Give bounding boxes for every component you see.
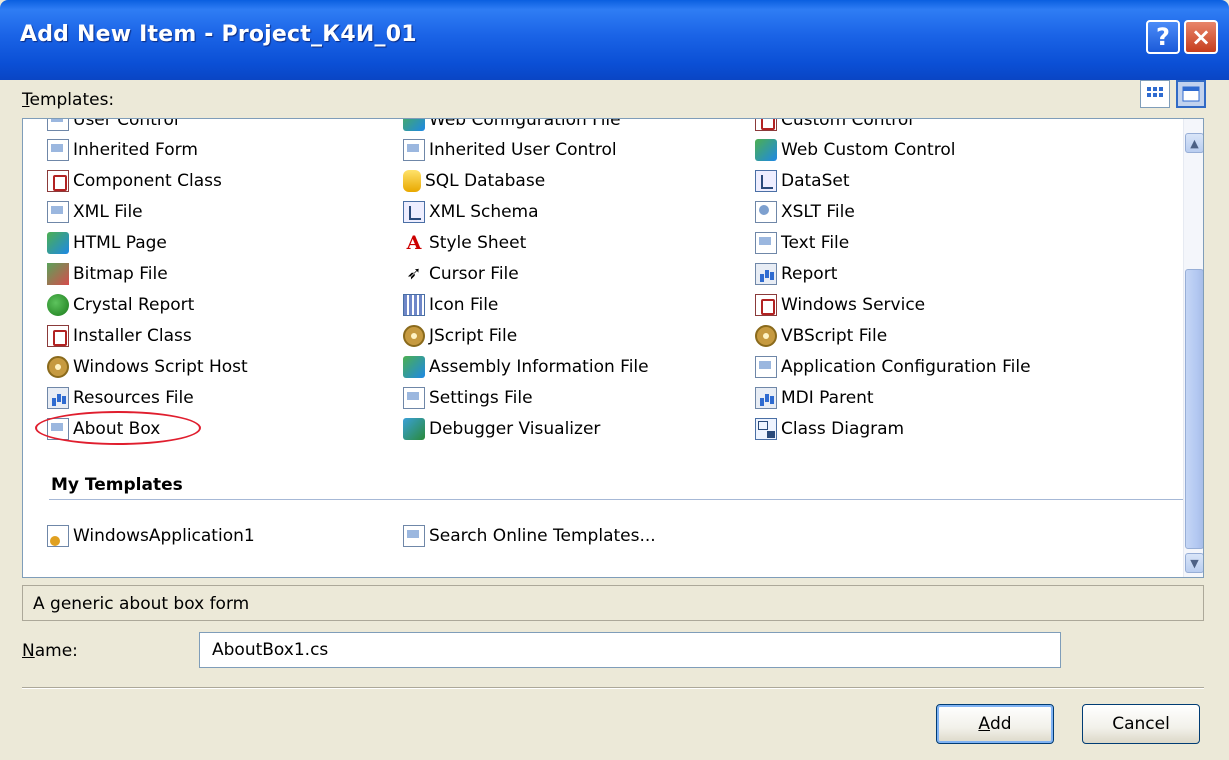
list-item[interactable]: Resources File xyxy=(47,385,194,411)
bitmap-file-icon xyxy=(47,263,69,285)
list-item[interactable]: Installer Class xyxy=(47,323,192,349)
mdi-parent-icon xyxy=(755,387,777,409)
my-templates-heading: My Templates xyxy=(51,475,183,495)
script-host-icon xyxy=(47,356,69,378)
icon-file-icon xyxy=(403,294,425,316)
component-class-icon xyxy=(47,170,69,192)
list-item[interactable]: WindowsApplication1 xyxy=(47,523,255,549)
list-item[interactable]: Custom Control xyxy=(755,119,913,133)
windows-service-icon xyxy=(755,294,777,316)
list-item[interactable]: XSLT File xyxy=(755,199,855,225)
footer-divider xyxy=(22,687,1204,689)
style-sheet-icon: A xyxy=(406,232,422,254)
list-item[interactable]: Application Configuration File xyxy=(755,354,1031,380)
templates-label: Templates: xyxy=(22,90,115,110)
crystal-report-icon xyxy=(47,294,69,316)
add-button[interactable]: Add xyxy=(936,704,1054,744)
html-page-icon xyxy=(47,232,69,254)
app-config-file-icon xyxy=(755,356,777,378)
list-item[interactable]: Class Diagram xyxy=(755,416,904,442)
close-button[interactable]: × xyxy=(1184,20,1218,54)
vertical-scrollbar[interactable]: ▲ ▼ xyxy=(1183,119,1203,577)
list-item[interactable]: Text File xyxy=(755,230,849,256)
list-item[interactable]: Report xyxy=(755,261,837,287)
assembly-info-icon xyxy=(403,356,425,378)
description-box: A generic about box form xyxy=(22,585,1204,621)
web-config-icon xyxy=(403,119,425,131)
section-divider xyxy=(49,499,1189,500)
list-item[interactable]: JScript File xyxy=(403,323,517,349)
custom-control-icon xyxy=(755,119,777,131)
jscript-file-icon xyxy=(403,325,425,347)
list-item[interactable]: Web Custom Control xyxy=(755,137,955,163)
title-bar: Add New Item - Project_К4И_01 ? × xyxy=(0,0,1229,80)
list-item[interactable]: Assembly Information File xyxy=(403,354,649,380)
search-online-icon xyxy=(403,525,425,547)
list-item[interactable]: DataSet xyxy=(755,168,850,194)
list-item[interactable]: Inherited User Control xyxy=(403,137,617,163)
scroll-down-arrow-icon[interactable]: ▼ xyxy=(1185,553,1203,573)
windows-application-icon xyxy=(47,525,69,547)
inherited-user-control-icon xyxy=(403,139,425,161)
list-item[interactable]: VBScript File xyxy=(755,323,887,349)
list-item[interactable]: A Style Sheet xyxy=(403,230,527,256)
list-item[interactable]: Settings File xyxy=(403,385,533,411)
class-diagram-icon xyxy=(755,418,777,440)
scroll-up-arrow-icon[interactable]: ▲ xyxy=(1185,133,1203,153)
vbscript-file-icon xyxy=(755,325,777,347)
list-item[interactable]: Crystal Report xyxy=(47,292,194,318)
list-item[interactable]: ➶ Cursor File xyxy=(403,261,518,287)
text-file-icon xyxy=(755,232,777,254)
inherited-form-icon xyxy=(47,139,69,161)
list-item[interactable]: User Control xyxy=(47,119,179,133)
list-item[interactable]: HTML Page xyxy=(47,230,167,256)
report-icon xyxy=(755,263,777,285)
user-control-icon xyxy=(47,119,69,131)
selection-highlight xyxy=(35,411,201,445)
xml-schema-icon xyxy=(403,201,425,223)
help-button[interactable]: ? xyxy=(1146,20,1180,54)
name-input[interactable] xyxy=(199,632,1061,668)
list-item[interactable]: Component Class xyxy=(47,168,222,194)
list-item[interactable]: SQL Database xyxy=(403,168,545,194)
list-view-icon xyxy=(1182,86,1200,102)
scroll-thumb[interactable] xyxy=(1185,269,1203,549)
sql-database-icon xyxy=(403,170,421,192)
cancel-button[interactable]: Cancel xyxy=(1082,704,1200,744)
templates-list[interactable]: User Control Web Configuration File Cust… xyxy=(22,118,1204,578)
name-label: Name: xyxy=(22,641,78,661)
list-item[interactable]: Inherited Form xyxy=(47,137,198,163)
xslt-file-icon xyxy=(755,201,777,223)
dataset-icon xyxy=(755,170,777,192)
settings-file-icon xyxy=(403,387,425,409)
installer-class-icon xyxy=(47,325,69,347)
resources-file-icon xyxy=(47,387,69,409)
list-item[interactable]: Windows Service xyxy=(755,292,925,318)
debugger-visualizer-icon xyxy=(403,418,425,440)
web-custom-control-icon xyxy=(755,139,777,161)
window-title: Add New Item - Project_К4И_01 xyxy=(20,22,417,47)
list-item[interactable]: XML File xyxy=(47,199,143,225)
list-item[interactable]: XML Schema xyxy=(403,199,539,225)
large-icons-view-button[interactable] xyxy=(1140,80,1170,108)
list-item[interactable]: MDI Parent xyxy=(755,385,874,411)
large-icons-icon xyxy=(1147,87,1163,97)
xml-file-icon xyxy=(47,201,69,223)
cursor-file-icon: ➶ xyxy=(406,263,422,284)
list-item[interactable]: Bitmap File xyxy=(47,261,168,287)
list-item[interactable]: Windows Script Host xyxy=(47,354,248,380)
list-item[interactable]: Debugger Visualizer xyxy=(403,416,600,442)
list-item[interactable]: Search Online Templates... xyxy=(403,523,656,549)
list-item[interactable]: Web Configuration File xyxy=(403,119,621,133)
small-icons-view-button[interactable] xyxy=(1176,80,1206,108)
list-item[interactable]: Icon File xyxy=(403,292,498,318)
